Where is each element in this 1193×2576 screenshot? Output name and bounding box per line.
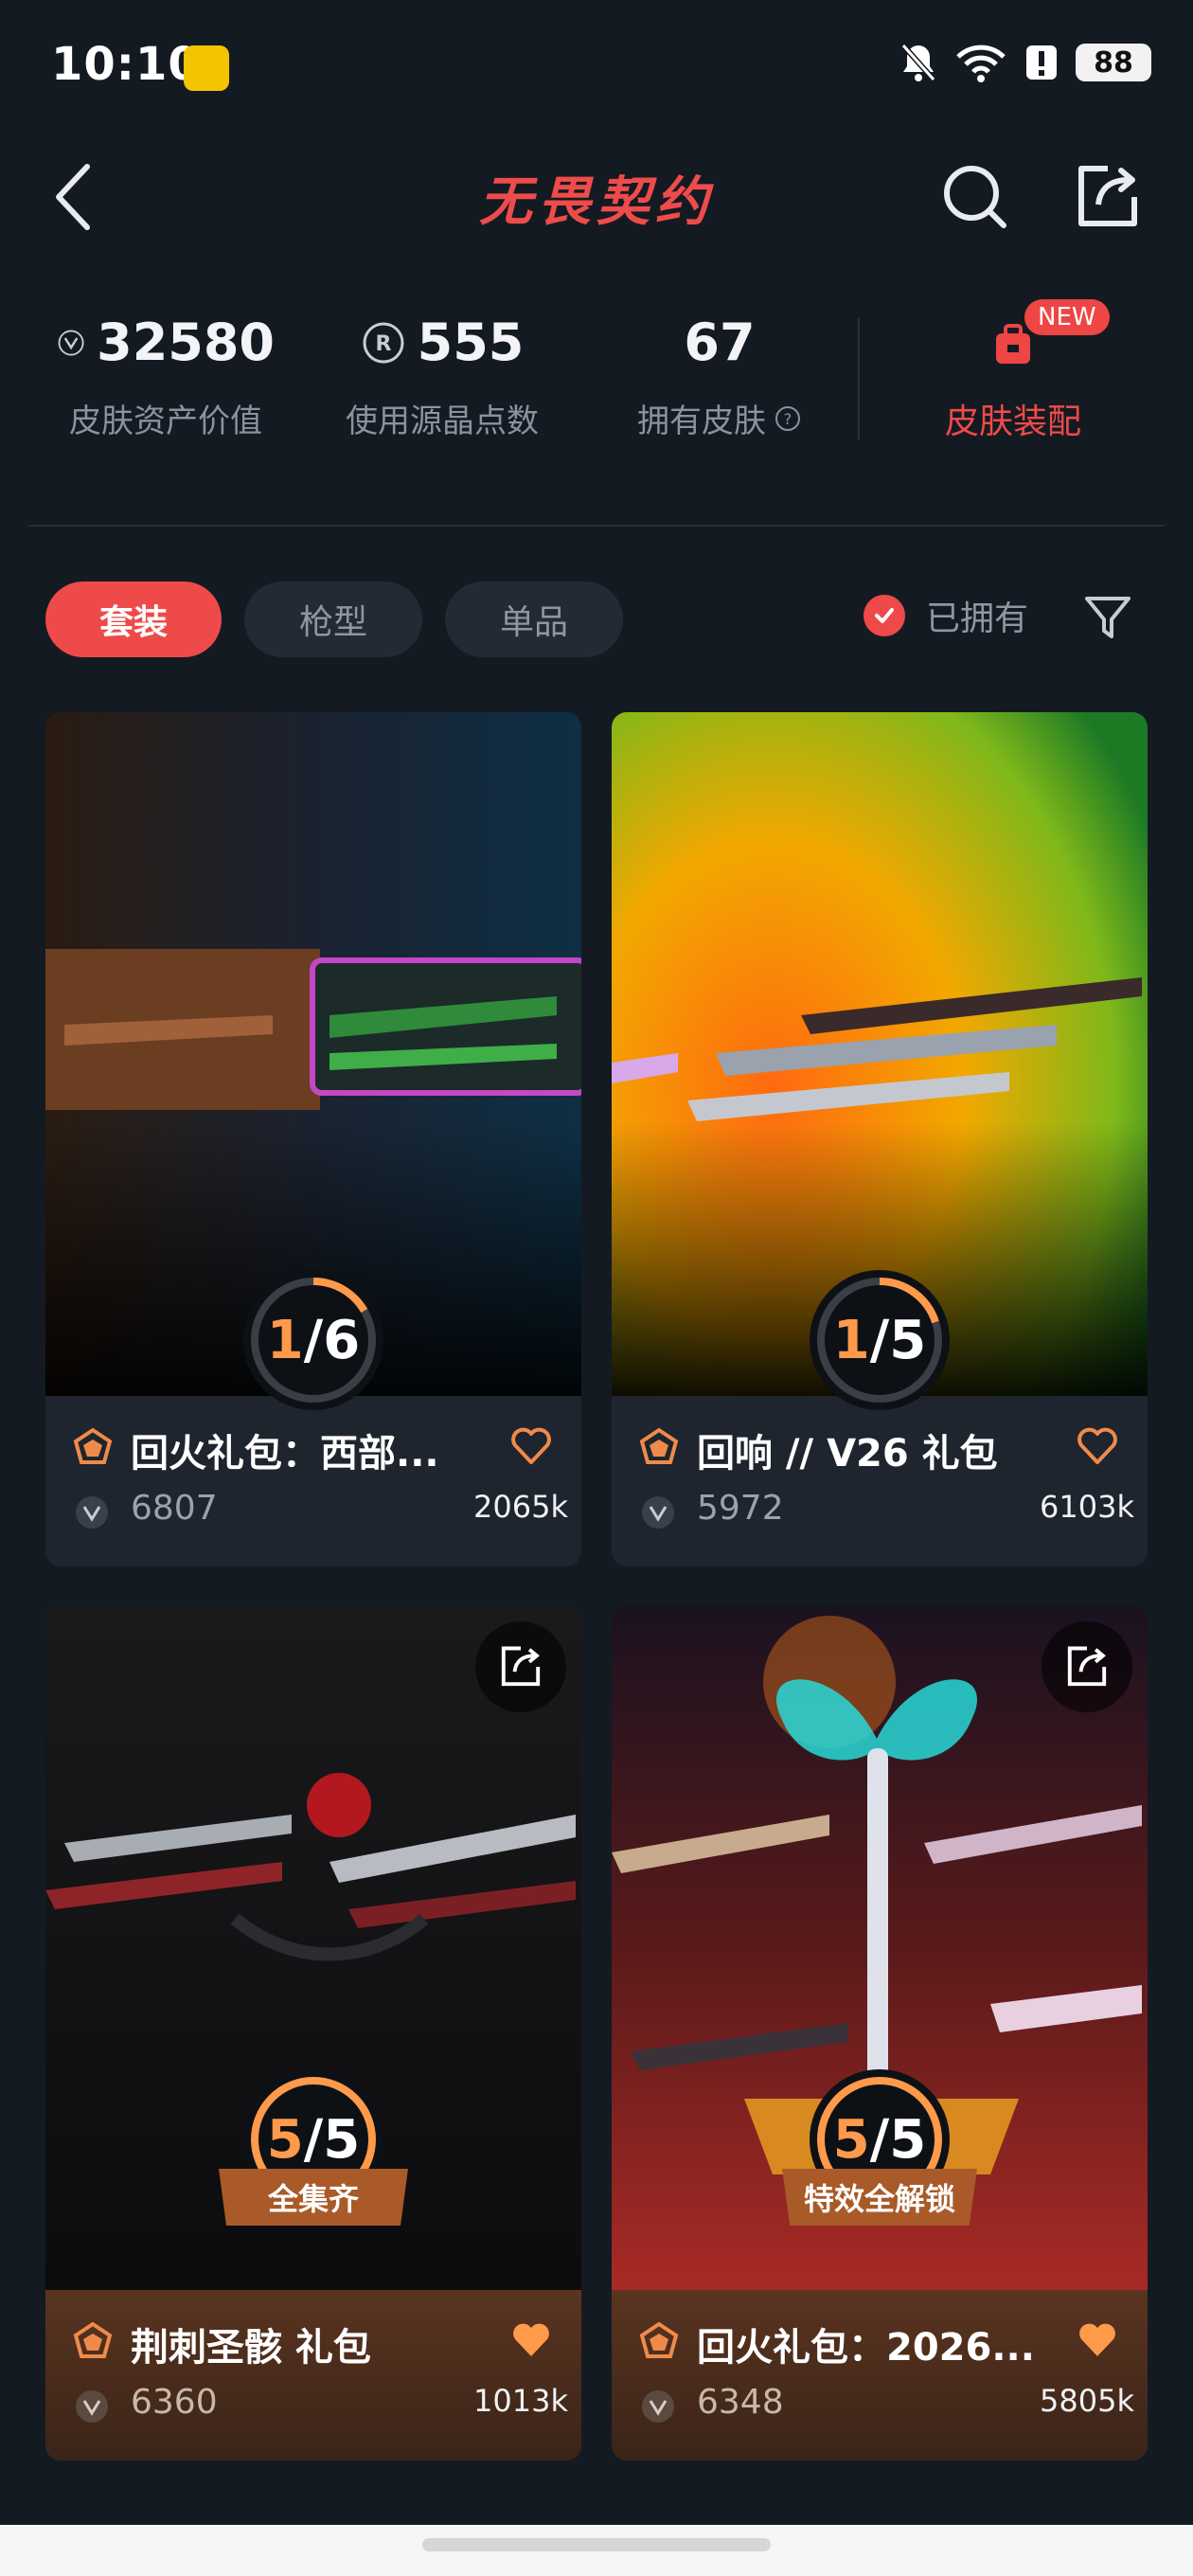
status-time: 10:10 (51, 38, 201, 91)
bundle-price: 5972 (697, 1489, 784, 1528)
bundle-price: 6360 (131, 2383, 218, 2422)
owned-filter-toggle[interactable]: 已拥有 (864, 591, 1028, 640)
like-count: 6103k (1040, 1489, 1134, 1525)
stat-skin-value: 32580 皮肤资产价值 (57, 313, 275, 441)
complete-banner: 全集齐 (219, 2169, 408, 2226)
tab-sets[interactable]: 套装 (45, 581, 222, 657)
tier-badge-icon (73, 2321, 113, 2358)
share-icon (501, 1646, 541, 1687)
share-icon (1067, 1646, 1107, 1687)
like-count: 2065k (473, 1489, 568, 1525)
stat-label: 使用源晶点数 (346, 402, 539, 440)
skin-equip-label: 皮肤装配 (944, 402, 1081, 441)
effects-unlocked-banner: 特效全解锁 (782, 2169, 977, 2226)
tab-single-items[interactable]: 单品 (445, 581, 623, 657)
like-count: 1013k (473, 2383, 568, 2419)
radianite-icon: R (363, 322, 404, 363)
tier-badge-icon (639, 2321, 679, 2358)
app-notification-icon (184, 45, 229, 91)
divider (28, 525, 1165, 527)
filter-icon[interactable] (1081, 591, 1134, 644)
bundle-card[interactable]: 1/5 回响 // V26 礼包 5972 6103k (612, 712, 1148, 1566)
vp-coin-icon (76, 1496, 108, 1529)
vp-coin-icon (58, 330, 84, 355)
stats-divider (858, 318, 860, 439)
tier-badge-icon (639, 1427, 679, 1464)
mute-bell-icon (900, 44, 936, 81)
vp-coin-icon (642, 2390, 674, 2423)
heart-icon[interactable] (509, 1424, 553, 1466)
bundle-title: 回火礼包：西部... (131, 1432, 439, 1476)
progress-count: 1/5 (832, 1309, 927, 1371)
tab-weapon-types[interactable]: 枪型 (244, 581, 422, 657)
bundle-price: 6348 (697, 2383, 784, 2422)
status-icons: 88 (899, 42, 1151, 83)
new-badge: NEW (1024, 299, 1110, 335)
home-indicator[interactable] (422, 2538, 771, 2551)
bundle-card[interactable]: 5/5 全集齐 荆刺圣骸 礼包 6360 1013k (45, 1606, 581, 2460)
share-icon[interactable] (1070, 159, 1146, 235)
bundle-title: 荆刺圣骸 礼包 (131, 2326, 371, 2370)
heart-icon[interactable] (1076, 1424, 1119, 1466)
card-share-button[interactable] (1042, 1621, 1132, 1712)
bundle-title: 回火礼包：2026... (697, 2326, 1035, 2370)
svg-text:R: R (375, 332, 391, 356)
stat-value: 32580 (97, 313, 275, 372)
stat-radianite-points: R 555 使用源晶点数 (333, 313, 551, 441)
bundle-card[interactable]: 5/5 特效全解锁 回火礼包：2026... 6348 5805k (612, 1606, 1148, 2460)
vp-coin-icon (76, 2390, 108, 2423)
card-share-button[interactable] (475, 1621, 566, 1712)
wifi-icon (956, 45, 1006, 82)
card-footer: 回响 // V26 礼包 5972 6103k (612, 1396, 1148, 1566)
page-title: 无畏契约 (479, 171, 714, 233)
bundle-price: 6807 (131, 1489, 218, 1528)
like-count: 5805k (1040, 2383, 1134, 2419)
search-icon[interactable] (937, 159, 1013, 235)
check-icon[interactable] (864, 595, 905, 636)
stat-label: 拥有皮肤 (637, 402, 766, 440)
battery-indicator: 88 (1076, 44, 1151, 81)
svg-text:?: ? (784, 410, 792, 428)
bundle-title: 回响 // V26 礼包 (697, 1432, 998, 1476)
progress-count: 1/6 (266, 1309, 361, 1371)
stat-value: 555 (417, 313, 525, 372)
help-circle-icon[interactable]: ? (774, 404, 802, 433)
card-footer: 荆刺圣骸 礼包 6360 1013k (45, 2290, 581, 2460)
owned-filter-label: 已拥有 (926, 599, 1029, 638)
stat-label: 皮肤资产价值 (69, 402, 262, 440)
heart-filled-icon[interactable] (1076, 2318, 1119, 2360)
stat-value: 67 (684, 313, 756, 372)
stat-owned-skins[interactable]: 67 拥有皮肤 ? (615, 313, 824, 441)
bundle-card[interactable]: 1/6 回火礼包：西部... 6807 2065k (45, 712, 581, 1566)
card-footer: 回火礼包：西部... 6807 2065k (45, 1396, 581, 1566)
alert-icon (1026, 45, 1057, 80)
heart-filled-icon[interactable] (509, 2318, 553, 2360)
card-footer: 回火礼包：2026... 6348 5805k (612, 2290, 1148, 2460)
vp-coin-icon (642, 1496, 674, 1529)
tier-badge-icon (73, 1427, 113, 1464)
